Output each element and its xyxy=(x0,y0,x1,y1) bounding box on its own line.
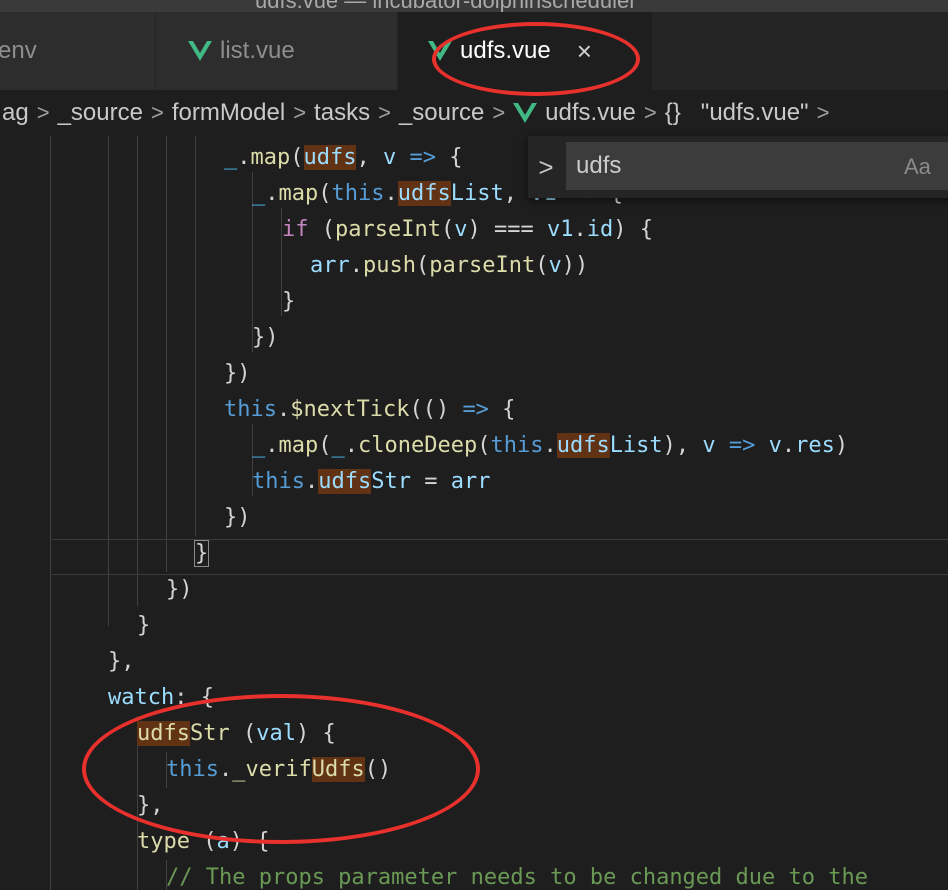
code-line-10: this.udfsStr = arr xyxy=(252,469,491,494)
code-line-14: } xyxy=(137,613,151,638)
breadcrumb-item[interactable]: _source xyxy=(58,99,143,127)
breadcrumb-item[interactable]: tasks xyxy=(314,99,370,127)
breadcrumb-item[interactable]: ag xyxy=(2,99,29,127)
chevron-right-icon: > xyxy=(36,100,50,125)
chevron-right-icon[interactable]: > xyxy=(528,136,564,198)
code-line-4: arr.push(parseInt(v)) xyxy=(310,253,589,278)
code-line-6: }) xyxy=(252,325,279,350)
breadcrumb-file-label: udfs.vue xyxy=(545,99,636,126)
chevron-right-icon: > xyxy=(150,100,164,125)
code-line-1: _.map(udfs, v => { xyxy=(224,145,463,170)
vue-icon xyxy=(188,41,212,61)
match-case-toggle[interactable]: Aa xyxy=(904,154,931,180)
tab-env[interactable]: env xyxy=(0,12,156,90)
window-title: udfs.vue — incubator-dolphinscheduler xyxy=(255,0,637,12)
tab-list-vue[interactable]: list.vue xyxy=(156,12,398,90)
code-line-8: this.$nextTick(() => { xyxy=(224,397,516,422)
window-titlebar: udfs.vue — incubator-dolphinscheduler xyxy=(0,0,948,12)
indent-guide xyxy=(50,136,51,890)
chevron-right-icon: > xyxy=(492,100,506,125)
breadcrumb-item[interactable]: formModel xyxy=(172,99,285,127)
breadcrumb-item[interactable]: _source xyxy=(399,99,484,127)
chevron-right-icon: > xyxy=(293,100,307,125)
code-line-21: // The props parameter needs to be chang… xyxy=(166,865,868,890)
indent-guide xyxy=(195,136,196,536)
find-widget: > udfs Aa xyxy=(528,136,948,198)
code-line-11: }) xyxy=(224,505,251,530)
code-line-5: } xyxy=(282,289,296,314)
annotation-ellipse-tab xyxy=(432,22,640,96)
breadcrumb: ag > _source > formModel > tasks > _sour… xyxy=(0,90,948,136)
chevron-right-icon: > xyxy=(378,100,391,125)
tab-label: env xyxy=(0,37,37,64)
tab-label: list.vue xyxy=(220,37,295,64)
find-input[interactable]: udfs xyxy=(566,142,948,190)
indent-guide xyxy=(166,136,167,572)
code-line-3: if (parseInt(v) === v1.id) { xyxy=(282,217,653,242)
current-line-highlight xyxy=(50,539,948,575)
code-line-13: }) xyxy=(166,577,193,602)
annotation-ellipse-watch xyxy=(82,694,480,844)
breadcrumb-item[interactable]: "udfs.vue" xyxy=(701,99,809,127)
code-line-9: _.map(_.cloneDeep(this.udfsList), v => v… xyxy=(252,433,849,458)
breadcrumb-item-symbol[interactable]: {} xyxy=(665,99,681,127)
code-line-12: } xyxy=(193,540,210,567)
indent-guide xyxy=(137,136,138,606)
chevron-right-icon: > xyxy=(643,100,657,125)
breadcrumb-item-file[interactable]: udfs.vue xyxy=(513,99,636,127)
vue-icon xyxy=(513,103,538,123)
chevron-right-icon: > xyxy=(816,100,830,125)
code-line-15: }, xyxy=(108,649,135,674)
code-line-7: }) xyxy=(224,361,251,386)
